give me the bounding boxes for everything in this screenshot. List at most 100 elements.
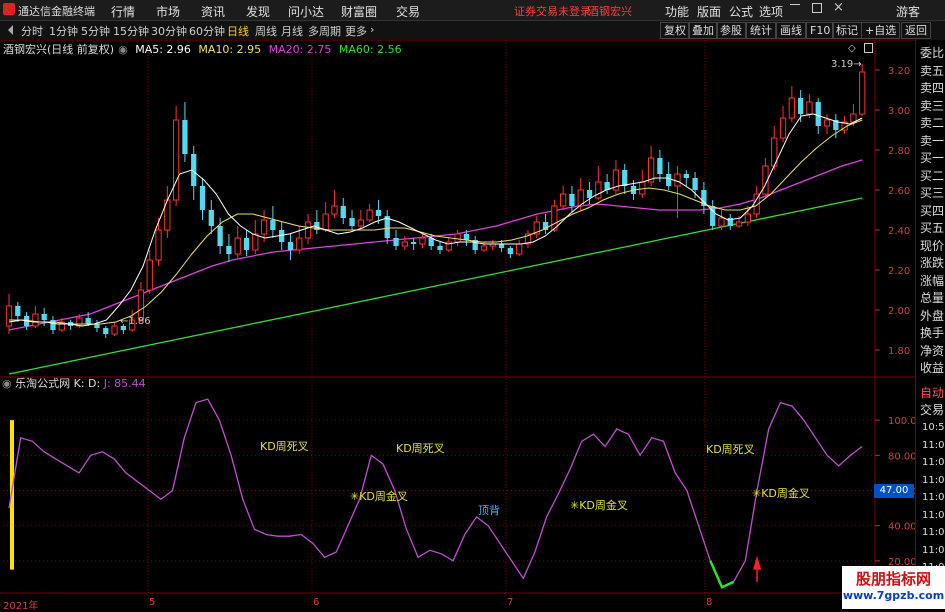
price-tick-label: 3.20	[888, 66, 910, 77]
candle-body	[454, 233, 461, 243]
quote-field-label: 买一	[920, 151, 945, 165]
candle-body	[5, 305, 13, 327]
price-tick-label: 2.20	[888, 266, 910, 277]
panel-tab[interactable]: 自动	[920, 384, 944, 401]
indicator-tick-label: 80.00	[888, 451, 917, 462]
period-5min[interactable]: 5分钟	[81, 23, 110, 39]
period-weekly[interactable]: 周线	[255, 23, 277, 39]
more-chevron-icon[interactable]: ›	[370, 23, 374, 36]
kd-signal-label: KD周死叉	[396, 442, 445, 455]
indicator-header: ◉ 乐淘公式网 K: D: J: 85.44	[2, 375, 146, 391]
panel-toggle-icon[interactable]	[864, 43, 873, 53]
maximize-icon[interactable]	[812, 3, 822, 13]
candle-body	[208, 210, 214, 226]
candle-body	[155, 229, 162, 261]
candle-body	[551, 205, 558, 231]
period-15min[interactable]: 15分钟	[113, 23, 149, 39]
candle-body	[806, 101, 813, 115]
candle-body	[586, 190, 593, 198]
quote-field-label: 买四	[920, 203, 945, 218]
diamond-icon[interactable]: ◇	[848, 43, 856, 54]
menu-jiaoyi[interactable]: 交易	[396, 3, 420, 20]
quote-field-label: 涨幅	[920, 273, 945, 288]
candle-body	[331, 205, 338, 215]
tick-time: 10:59	[922, 422, 945, 433]
menu-zixun[interactable]: 资讯	[201, 3, 225, 20]
quote-field-label: 委比	[920, 46, 945, 60]
price-tick-label: 2.60	[888, 186, 910, 197]
current-value-box: 47.00	[874, 484, 914, 498]
watermark-url: www.7gpzb.com	[842, 589, 945, 602]
menu-caifuquan[interactable]: 财富圈	[341, 3, 377, 20]
candle-body	[622, 170, 628, 186]
quote-field-label: 买二	[920, 168, 945, 183]
candle-body	[683, 174, 689, 178]
period-30min[interactable]: 30分钟	[151, 23, 187, 39]
btn-diejia[interactable]: 叠加	[688, 22, 718, 39]
candle-body	[560, 193, 567, 207]
menu-gongneng[interactable]: 功能	[665, 3, 689, 20]
period-fenshi[interactable]: 分时	[21, 23, 43, 39]
price-tick-label: 2.80	[888, 146, 910, 157]
period-1min[interactable]: 1分钟	[49, 23, 78, 39]
period-daily[interactable]: 日线	[227, 23, 249, 39]
candle-body	[393, 238, 399, 246]
period-multi[interactable]: 多周期	[308, 23, 341, 39]
candle-body	[419, 237, 426, 245]
period-monthly[interactable]: 月线	[281, 23, 303, 39]
btn-add-watchlist[interactable]: +自选	[861, 22, 901, 39]
menu-gongshi[interactable]: 公式	[729, 3, 753, 20]
quote-field-label: 卖二	[920, 116, 945, 130]
candle-body	[375, 210, 382, 216]
candle-body	[199, 186, 206, 210]
btn-fuquan[interactable]: 复权	[660, 22, 690, 39]
candle-body	[15, 306, 21, 316]
quote-field-label: 卖三	[920, 98, 945, 113]
quote-field-label: 收益	[920, 361, 945, 375]
quote-field-label: 总量	[920, 291, 945, 305]
candle-body	[507, 248, 514, 254]
candle-body	[437, 246, 443, 250]
menu-shichang[interactable]: 市场	[156, 3, 180, 20]
watermark: 股朋指标网 www.7gpzb.com	[842, 566, 945, 609]
period-toolbar: 分时 1分钟 5分钟 15分钟 30分钟 60分钟 日线 周线 月线 多周期 更…	[0, 21, 945, 40]
btn-back[interactable]: 返回	[901, 22, 931, 39]
menu-xuanxiang[interactable]: 选项	[759, 3, 783, 20]
candle-body	[217, 226, 223, 246]
candle-body	[357, 219, 364, 227]
right-quote-panel: 委比 卖五 卖四 卖三 卖二 卖一 买一 买二 买三 买四 买五 现价 涨跌 涨幅 总量 外盘 换手 净资 收益 自动…	[915, 40, 945, 609]
tick-time: 11:00	[922, 457, 945, 468]
btn-f10[interactable]: F10	[806, 22, 835, 39]
tick-time: 11:00	[922, 509, 945, 521]
btn-huaxian[interactable]: 画线	[776, 22, 806, 39]
period-60min[interactable]: 60分钟	[189, 23, 225, 39]
candle-body	[859, 71, 866, 115]
indicator-name: 乐淘公式网	[15, 377, 71, 390]
toolbar-back-icon[interactable]	[8, 25, 13, 35]
btn-biaoji[interactable]: 标记	[832, 22, 862, 39]
kd-signal-label: KD周死叉	[706, 443, 755, 456]
candle-body	[103, 328, 109, 334]
close-icon[interactable]: ×	[833, 0, 844, 15]
candle-body	[94, 324, 100, 328]
indicator-j-line	[8, 398, 863, 589]
price-tick-label: 2.00	[888, 306, 910, 317]
btn-tongji[interactable]: 统计	[746, 22, 776, 39]
candle-body	[182, 120, 188, 154]
indicator-toggle-icon[interactable]: ◉	[2, 377, 12, 390]
candle-body	[296, 237, 303, 251]
menu-hangqing[interactable]: 行情	[111, 3, 135, 20]
candle-body	[639, 181, 646, 195]
period-more[interactable]: 更多	[345, 23, 367, 39]
minimize-icon[interactable]	[790, 4, 800, 5]
menu-wenxiaoda[interactable]: 问小达	[288, 3, 324, 20]
app-title: 通达信金融终端	[18, 5, 95, 18]
menu-faxian[interactable]: 发现	[246, 3, 270, 20]
btn-cangu[interactable]: 参股	[716, 22, 746, 39]
trade-login-warning[interactable]: 证券交易未登录	[514, 3, 591, 19]
menu-banmian[interactable]: 版面	[697, 3, 721, 20]
candle-body	[270, 220, 276, 230]
guest-button[interactable]: 游客	[896, 3, 920, 20]
candle-body	[401, 241, 408, 247]
panel-tab[interactable]: 交易	[920, 401, 944, 418]
